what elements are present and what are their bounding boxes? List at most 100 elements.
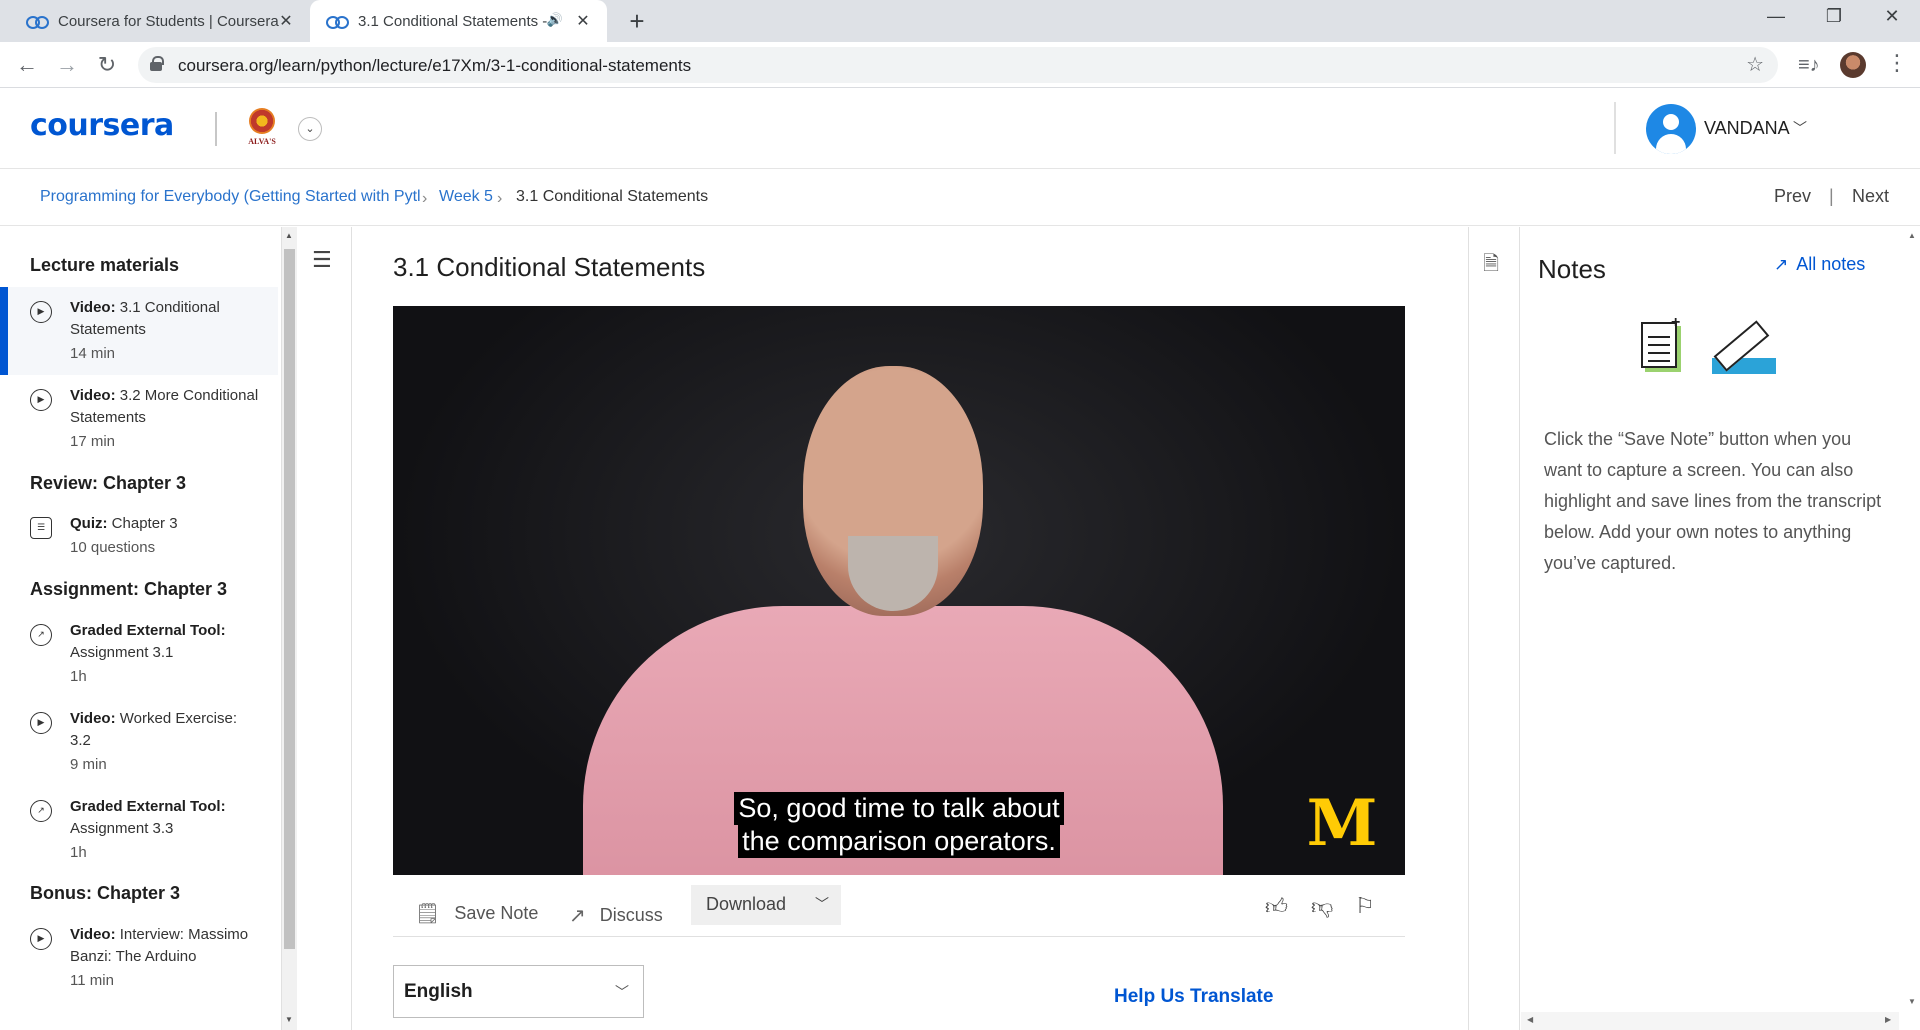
play-icon: ▶ <box>30 389 52 411</box>
all-notes-link[interactable]: ↗ All notes <box>1774 254 1865 275</box>
discuss-label: Discuss <box>599 904 663 925</box>
partner-emblem-icon <box>249 108 275 134</box>
course-sidebar: Lecture materials ▶ Video: 3.1 Condition… <box>0 227 282 1030</box>
media-control-icon[interactable]: ≡♪ <box>1798 54 1820 77</box>
site-header: coursera ALVA'S ⌄ VANDANA ﹀ <box>0 88 1920 169</box>
item-type: Graded External Tool: <box>70 798 226 815</box>
item-type: Video: <box>70 926 116 943</box>
user-avatar[interactable] <box>1646 104 1696 154</box>
lock-icon[interactable] <box>150 56 164 71</box>
breadcrumb-separator-icon: › <box>422 190 428 207</box>
section-heading: Review: Chapter 3 <box>30 473 187 493</box>
play-icon: ▶ <box>30 928 52 950</box>
scroll-down-arrow-icon[interactable]: ▼ <box>1908 997 1916 1006</box>
dislike-icon[interactable]: 👎︎ <box>1311 893 1333 920</box>
caption-line-1: So, good time to talk about <box>734 792 1064 825</box>
scroll-up-arrow-icon[interactable]: ▲ <box>285 231 293 240</box>
sidebar-item-quiz-chapter-3[interactable]: ☰ Quiz: Chapter 3 10 questions <box>0 513 278 573</box>
breadcrumb-current: 3.1 Conditional Statements <box>516 188 709 205</box>
sidebar-item-worked-exercise[interactable]: ▶ Video: Worked Exercise: 3.2 9 min <box>0 708 278 778</box>
restore-button[interactable]: ❐ <box>1814 6 1854 27</box>
section-heading: Lecture materials <box>30 255 180 275</box>
close-tab-icon[interactable]: ✕ <box>573 11 593 31</box>
item-type: Graded External Tool: <box>70 622 226 639</box>
browser-menu-icon[interactable]: ⋮ <box>1886 50 1908 76</box>
close-window-button[interactable]: ✕ <box>1872 6 1912 27</box>
flag-icon[interactable]: ⚐ <box>1355 893 1375 919</box>
chevron-down-icon: ﹀ <box>615 984 629 1000</box>
back-icon[interactable]: ← <box>12 52 42 78</box>
note-icon: 🗒 <box>415 902 441 925</box>
scroll-left-arrow-icon[interactable]: ◀ <box>1527 1015 1533 1024</box>
item-type: Video: <box>70 710 116 727</box>
download-dropdown[interactable]: Download ﹀ <box>691 885 841 925</box>
highlighter-illustration-icon <box>1710 318 1776 376</box>
like-icon[interactable]: 👍︎ <box>1265 893 1288 920</box>
speaker-icon[interactable]: 🔊 <box>547 12 563 28</box>
notes-horizontal-scrollbar[interactable]: ◀ ▶ <box>1521 1012 1899 1030</box>
forward-icon[interactable]: → <box>52 52 82 78</box>
notes-icon[interactable]: 🗎 <box>1483 249 1499 283</box>
tab-title: 3.1 Conditional Statements - <box>358 12 548 30</box>
user-menu-chevron-icon[interactable]: ﹀ <box>1793 118 1807 138</box>
minimize-button[interactable]: — <box>1756 6 1796 27</box>
partner-label: ALVA'S <box>248 137 276 146</box>
browser-tab-coursera-students[interactable]: Coursera for Students | Coursera ✕ <box>0 0 310 42</box>
item-meta: 11 min <box>70 972 114 989</box>
sidebar-item-interview-banzi[interactable]: ▶ Video: Interview: Massimo Banzi: The A… <box>0 924 278 1024</box>
close-tab-icon[interactable]: ✕ <box>276 11 296 31</box>
sidebar-item-video-3-1[interactable]: ▶ Video: 3.1 Conditional Statements 14 m… <box>0 287 278 375</box>
item-title: Chapter 3 <box>111 515 178 532</box>
list-outline-icon[interactable]: ☰ <box>312 247 332 273</box>
breadcrumb-separator-icon: › <box>497 190 503 207</box>
umich-logo: M <box>1306 786 1378 861</box>
save-note-button[interactable]: 🗒 Save Note <box>415 895 538 931</box>
breadcrumb-course-link[interactable]: Programming for Everybody (Getting Start… <box>40 188 421 206</box>
prev-button[interactable]: Prev <box>1774 186 1811 207</box>
coursera-favicon-icon <box>26 14 49 29</box>
url-text[interactable]: coursera.org/learn/python/lecture/e17Xm/… <box>178 56 691 76</box>
breadcrumb-week-link[interactable]: Week 5 <box>439 188 493 206</box>
help-translate-link[interactable]: Help Us Translate <box>1114 986 1273 1008</box>
sidebar-item-assignment-3-1[interactable]: ↗ Graded External Tool: Assignment 3.1 1… <box>0 620 278 690</box>
add-note-illustration-icon: + <box>1641 314 1685 374</box>
scroll-right-arrow-icon[interactable]: ▶ <box>1885 1015 1891 1024</box>
sidebar-item-video-3-2[interactable]: ▶ Video: 3.2 More Conditional Statements… <box>0 383 278 463</box>
external-link-icon: ↗ <box>1774 255 1789 274</box>
external-link-icon: ↗ <box>569 904 586 927</box>
partner-logo[interactable]: ALVA'S <box>242 106 282 152</box>
external-tool-icon: ↗ <box>30 800 52 822</box>
outline-toggle-column: ☰ <box>298 227 352 1030</box>
coursera-favicon-icon <box>326 14 349 29</box>
item-title: Assignment 3.1 <box>70 644 174 661</box>
page-title: 3.1 Conditional Statements <box>393 252 706 282</box>
reload-icon[interactable]: ↻ <box>92 52 122 78</box>
breadcrumb: Programming for Everybody (Getting Start… <box>0 170 1920 226</box>
coursera-logo[interactable]: coursera <box>30 108 174 143</box>
video-player[interactable]: So, good time to talk about the comparis… <box>393 306 1405 875</box>
item-meta: 10 questions <box>70 539 156 556</box>
discuss-button[interactable]: ↗ Discuss <box>569 897 663 933</box>
user-name[interactable]: VANDANA <box>1704 118 1790 139</box>
scrollbar-thumb[interactable] <box>284 249 295 949</box>
scroll-up-arrow-icon[interactable]: ▲ <box>1908 231 1916 240</box>
page-vertical-scrollbar[interactable]: ▲ ▼ <box>1903 227 1920 1012</box>
scroll-down-arrow-icon[interactable]: ▼ <box>285 1015 293 1024</box>
quiz-icon: ☰ <box>30 517 52 539</box>
omnibox[interactable]: coursera.org/learn/python/lecture/e17Xm/… <box>138 47 1778 83</box>
new-tab-button[interactable]: + <box>622 6 652 37</box>
sidebar-scrollbar[interactable]: ▲ ▼ <box>282 227 297 1030</box>
sidebar-item-assignment-3-3[interactable]: ↗ Graded External Tool: Assignment 3.3 1… <box>0 796 278 866</box>
address-toolbar: ← → ↻ coursera.org/learn/python/lecture/… <box>0 42 1920 88</box>
section-heading: Bonus: Chapter 3 <box>30 883 181 903</box>
external-tool-icon: ↗ <box>30 624 52 646</box>
language-select[interactable]: English ﹀ <box>393 965 644 1018</box>
profile-avatar[interactable] <box>1840 52 1866 78</box>
next-button[interactable]: Next <box>1852 186 1889 207</box>
caption-line-2: the comparison operators. <box>738 825 1060 858</box>
item-type: Video: <box>70 387 116 404</box>
browser-tab-conditional-statements[interactable]: 3.1 Conditional Statements - 🔊 ✕ <box>310 0 607 42</box>
org-switcher-chevron-icon[interactable]: ⌄ <box>298 117 322 141</box>
bookmark-star-icon[interactable]: ☆ <box>1746 52 1764 77</box>
item-type: Video: <box>70 299 116 316</box>
